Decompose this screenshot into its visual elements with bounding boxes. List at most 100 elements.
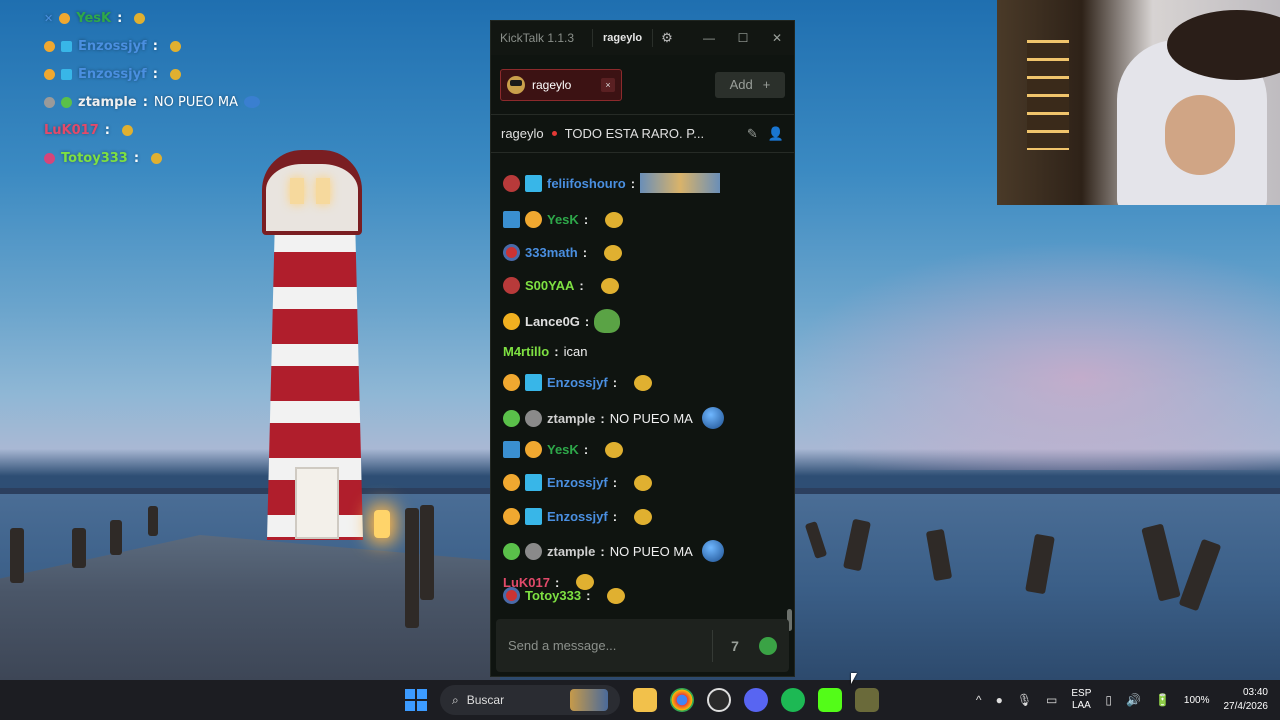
chat-username[interactable]: Enzossjyf: [547, 475, 608, 490]
sub-badge-icon: [44, 40, 55, 52]
chat-messages[interactable]: feliifoshouro: YesK: 333math: S00YAA: La…: [491, 173, 794, 613]
chat-message: Totoy333:: [503, 587, 626, 604]
sub-badge-icon: [503, 474, 520, 491]
badge-icon: [503, 244, 520, 261]
chat-username[interactable]: feliifoshouro: [547, 176, 626, 191]
mod-sword-icon: [503, 211, 520, 228]
system-tray: ^ ● 🎙 ▭ ESP LAA ▯ 🔊 🔋 100% 03:40 27/4/20…: [976, 680, 1268, 720]
chat-username[interactable]: Enzossjyf: [547, 375, 608, 390]
network-icon[interactable]: ▯: [1105, 693, 1112, 707]
chat-username[interactable]: M4rtillo: [503, 344, 549, 359]
badge-icon: [44, 96, 55, 108]
emote-icon: [244, 96, 261, 108]
user-icon[interactable]: 👤: [768, 126, 784, 142]
chat-header: rageylo TODO ESTA RARO. P... ✎ 👤: [491, 115, 794, 153]
chrome-icon[interactable]: [670, 688, 694, 712]
chat-text: NO PUEO MA: [609, 543, 693, 559]
chat-message: ztample: NO PUEO MA: [503, 540, 724, 562]
chat-message: M4rtillo: ican: [503, 344, 588, 359]
lighthouse-window: [290, 178, 304, 204]
emote-picker-icon[interactable]: [759, 636, 777, 655]
clock[interactable]: 03:40 27/4/2026: [1224, 686, 1269, 714]
chat-username[interactable]: Totoy333: [525, 588, 581, 603]
account-chip[interactable]: rageylo: [592, 29, 654, 47]
discord-icon[interactable]: [744, 688, 768, 712]
device-icon[interactable]: ▭: [1046, 693, 1057, 707]
tray-app-icon[interactable]: ●: [996, 693, 1003, 707]
kicktalk-window: KickTalk 1.1.3 rageylo ⚙ — ☐ ✕ rageylo ×…: [490, 20, 795, 677]
emote-icon: [701, 407, 724, 429]
pier-post: [10, 528, 24, 583]
chat-message: YesK:: [503, 441, 624, 458]
pier-post: [405, 508, 419, 628]
cube-badge-icon: [525, 174, 542, 192]
pier-lamp: [374, 510, 390, 538]
sub-badge-icon: [59, 12, 71, 24]
lighthouse-window: [316, 178, 330, 204]
emote-icon: [151, 152, 163, 164]
kicktalk-app-icon[interactable]: [818, 688, 842, 712]
wallpaper-lighthouse-lantern: [262, 150, 362, 235]
microphone-icon[interactable]: 🎙: [1017, 693, 1032, 707]
file-explorer-icon[interactable]: [633, 688, 657, 712]
emote-icon: [169, 68, 181, 80]
tab-close-icon[interactable]: ×: [601, 77, 615, 92]
chat-username[interactable]: Lance0G: [525, 314, 580, 329]
sub-badge-icon: [525, 441, 542, 458]
overlay-username: YesK: [76, 10, 112, 26]
chat-message: YesK:: [503, 211, 624, 228]
plus-icon: +: [762, 77, 771, 92]
cube-badge-icon: [525, 508, 542, 525]
gear-icon[interactable]: ⚙: [661, 30, 673, 46]
message-composer: 7: [496, 619, 789, 672]
pin-icon[interactable]: ✎: [747, 126, 758, 142]
window-controls: — ☐ ✕: [692, 31, 794, 45]
chat-message: S00YAA:: [503, 277, 619, 294]
search-icon: ⌕: [452, 692, 459, 707]
chat-username[interactable]: Enzossjyf: [547, 509, 608, 524]
account-name: rageylo: [603, 32, 643, 44]
spotify-icon[interactable]: [781, 688, 805, 712]
chat-username[interactable]: YesK: [547, 442, 579, 457]
tab-label: rageylo: [532, 77, 572, 92]
taskbar: ⌕ Buscar ^ ● 🎙 ▭ ESP LAA ▯ 🔊 🔋 100% 03:4…: [0, 680, 1280, 720]
chat-username[interactable]: S00YAA: [525, 278, 574, 293]
overlay-username: ztample: [78, 94, 137, 110]
message-input[interactable]: [508, 638, 702, 653]
maximize-icon[interactable]: ☐: [726, 31, 760, 45]
overlay-message: NO PUEO MA: [153, 94, 239, 110]
emote-icon: [121, 124, 133, 136]
pier-post: [72, 528, 86, 568]
chat-text: NO PUEO MA: [609, 410, 693, 426]
cube-badge-icon: [61, 68, 72, 80]
badge-icon: [503, 174, 520, 192]
emote-icon: [607, 587, 626, 604]
overlay-chat-line: ztample : NO PUEO MA: [44, 88, 261, 116]
battery-icon[interactable]: 🔋: [1155, 693, 1170, 707]
emote-icon: [604, 244, 623, 261]
close-icon[interactable]: ✕: [760, 31, 794, 45]
chat-username[interactable]: 333math: [525, 245, 578, 260]
overlay-username: Enzossjyf: [78, 66, 147, 82]
emote-icon: [634, 474, 653, 491]
stream-title: TODO ESTA RARO. P...: [564, 126, 705, 141]
live-indicator-icon: [551, 131, 557, 136]
taskbar-search[interactable]: ⌕ Buscar: [440, 685, 620, 715]
chat-username[interactable]: ztample: [547, 544, 595, 559]
game-app-icon[interactable]: [855, 688, 879, 712]
emote-icon: [169, 40, 181, 52]
chat-username[interactable]: YesK: [547, 212, 579, 227]
windows-start-icon[interactable]: [405, 689, 427, 711]
add-chat-button[interactable]: Add +: [715, 71, 785, 98]
volume-icon[interactable]: 🔊: [1126, 693, 1141, 707]
chat-username[interactable]: ztample: [547, 411, 595, 426]
minimize-icon[interactable]: —: [692, 31, 726, 45]
mouse-cursor-icon: [851, 673, 857, 684]
tab-rageylo[interactable]: rageylo ×: [500, 68, 622, 101]
webcam-shelf: [1027, 40, 1069, 150]
language-indicator[interactable]: ESP LAA: [1071, 688, 1091, 712]
seventv-icon[interactable]: 7: [723, 634, 747, 658]
obs-icon[interactable]: [707, 688, 731, 712]
chevron-up-icon[interactable]: ^: [976, 693, 982, 707]
alien-badge-icon: [61, 96, 72, 108]
